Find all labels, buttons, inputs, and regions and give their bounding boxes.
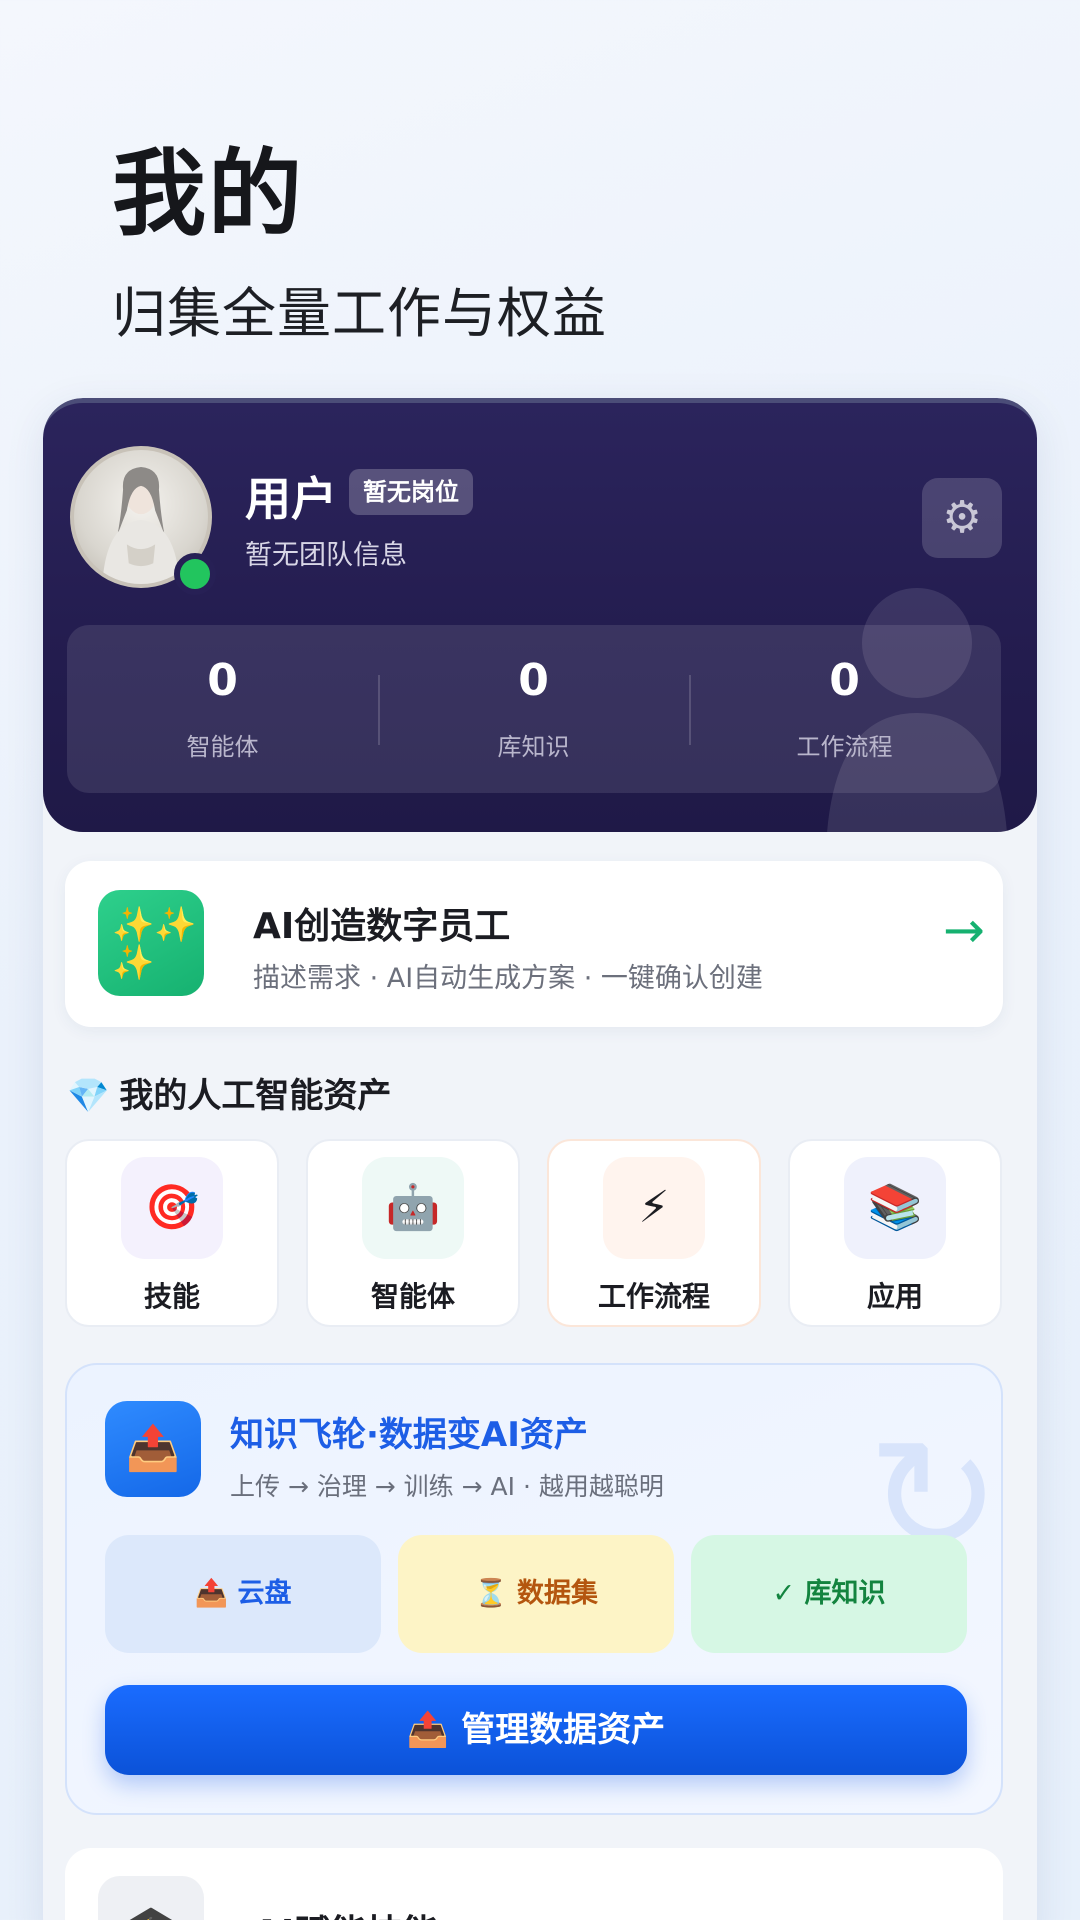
main-card: 用户 暂无岗位 暂无团队信息 ⚙ 0 智能体 0 库知识 0 工作流程 ✨✨ ✨ … [43, 398, 1037, 1920]
chip-knowledge-base[interactable]: ✓ 库知识 [691, 1535, 967, 1653]
lightning-icon: ⚡ [603, 1157, 705, 1259]
chip-label: 库知识 [804, 1578, 886, 1609]
asset-tile-workflows[interactable]: ⚡ 工作流程 [547, 1139, 761, 1327]
asset-label: 应用 [866, 1280, 923, 1313]
graduation-cap-icon: 🎓 [98, 1876, 204, 1920]
chip-label: 云盘 [237, 1578, 292, 1609]
stat-workflows[interactable]: 0 工作流程 [689, 625, 1000, 793]
gem-icon: 💎 [67, 1076, 110, 1116]
page-subtitle: 归集全量工作与权益 [112, 282, 607, 345]
page-header: 我的 归集全量工作与权益 [112, 140, 607, 346]
team-info: 暂无团队信息 [245, 540, 407, 571]
chip-dataset[interactable]: ⏳ 数据集 [398, 1535, 674, 1653]
user-name: 用户 [245, 472, 337, 526]
ai-skills-card[interactable]: 🎓 AI赋能技能 [65, 1848, 1003, 1920]
ai-skills-card-title: AI赋能技能 [253, 1904, 438, 1920]
asset-tile-agents[interactable]: 🤖 智能体 [306, 1139, 520, 1327]
role-badge: 暂无岗位 [349, 469, 473, 515]
asset-label: 工作流程 [597, 1280, 710, 1313]
stat-label: 智能体 [186, 733, 259, 761]
stat-label: 库知识 [497, 733, 570, 761]
knowledge-flywheel-card: ↻ 📤 知识飞轮·数据变AI资产 上传 → 治理 → 训练 → AI · 越用越… [65, 1363, 1003, 1815]
chip-label: 数据集 [517, 1578, 599, 1609]
settings-button[interactable]: ⚙ [922, 478, 1002, 558]
manage-data-assets-button[interactable]: 📤 管理数据资产 [105, 1685, 967, 1775]
robot-icon: 🤖 [362, 1157, 464, 1259]
stat-value: 0 [829, 655, 860, 706]
gear-icon: ⚙ [942, 492, 982, 543]
upload-tray-icon: 📤 [406, 1710, 450, 1750]
stats-panel: 0 智能体 0 库知识 0 工作流程 [67, 625, 1001, 793]
profile-card: 用户 暂无岗位 暂无团队信息 ⚙ 0 智能体 0 库知识 0 工作流程 [43, 398, 1037, 833]
flywheel-description: 上传 → 治理 → 训练 → AI · 越用越聪明 [230, 1472, 664, 1501]
create-digital-employee-card[interactable]: ✨✨ ✨ AI创造数字员工 描述需求 · AI自动生成方案 · 一键确认创建 → [65, 861, 1003, 1027]
flywheel-title: 知识飞轮·数据变AI资产 [230, 1415, 588, 1455]
asset-label: 智能体 [370, 1280, 455, 1313]
asset-label: 技能 [143, 1280, 200, 1313]
arrow-right-icon: → [943, 901, 985, 959]
sparkles-icon: ✨✨ ✨ [98, 890, 204, 996]
assets-heading: 💎 我的人工智能资产 [67, 1068, 391, 1117]
create-card-description: 描述需求 · AI自动生成方案 · 一键确认创建 [253, 963, 763, 994]
create-card-title: AI创造数字员工 [253, 906, 511, 947]
stat-value: 0 [518, 655, 549, 706]
button-label: 管理数据资产 [461, 1710, 666, 1750]
check-icon: ✓ [772, 1578, 796, 1609]
upload-tray-icon: 📤 [105, 1401, 201, 1497]
assets-heading-text: 我的人工智能资产 [119, 1076, 392, 1116]
stat-label: 工作流程 [796, 733, 893, 761]
stat-knowledge[interactable]: 0 库知识 [378, 625, 689, 793]
target-icon: 🎯 [121, 1157, 223, 1259]
books-icon: 📚 [844, 1157, 946, 1259]
asset-tile-skills[interactable]: 🎯 技能 [65, 1139, 279, 1327]
online-status-dot [174, 553, 216, 595]
stat-agents[interactable]: 0 智能体 [67, 625, 378, 793]
chip-cloud-drive[interactable]: 📤 云盘 [105, 1535, 381, 1653]
upload-icon: 📤 [194, 1578, 229, 1609]
asset-tile-apps[interactable]: 📚 应用 [788, 1139, 1002, 1327]
hourglass-icon: ⏳ [473, 1578, 508, 1609]
page-title: 我的 [112, 140, 305, 249]
stat-value: 0 [207, 655, 238, 706]
